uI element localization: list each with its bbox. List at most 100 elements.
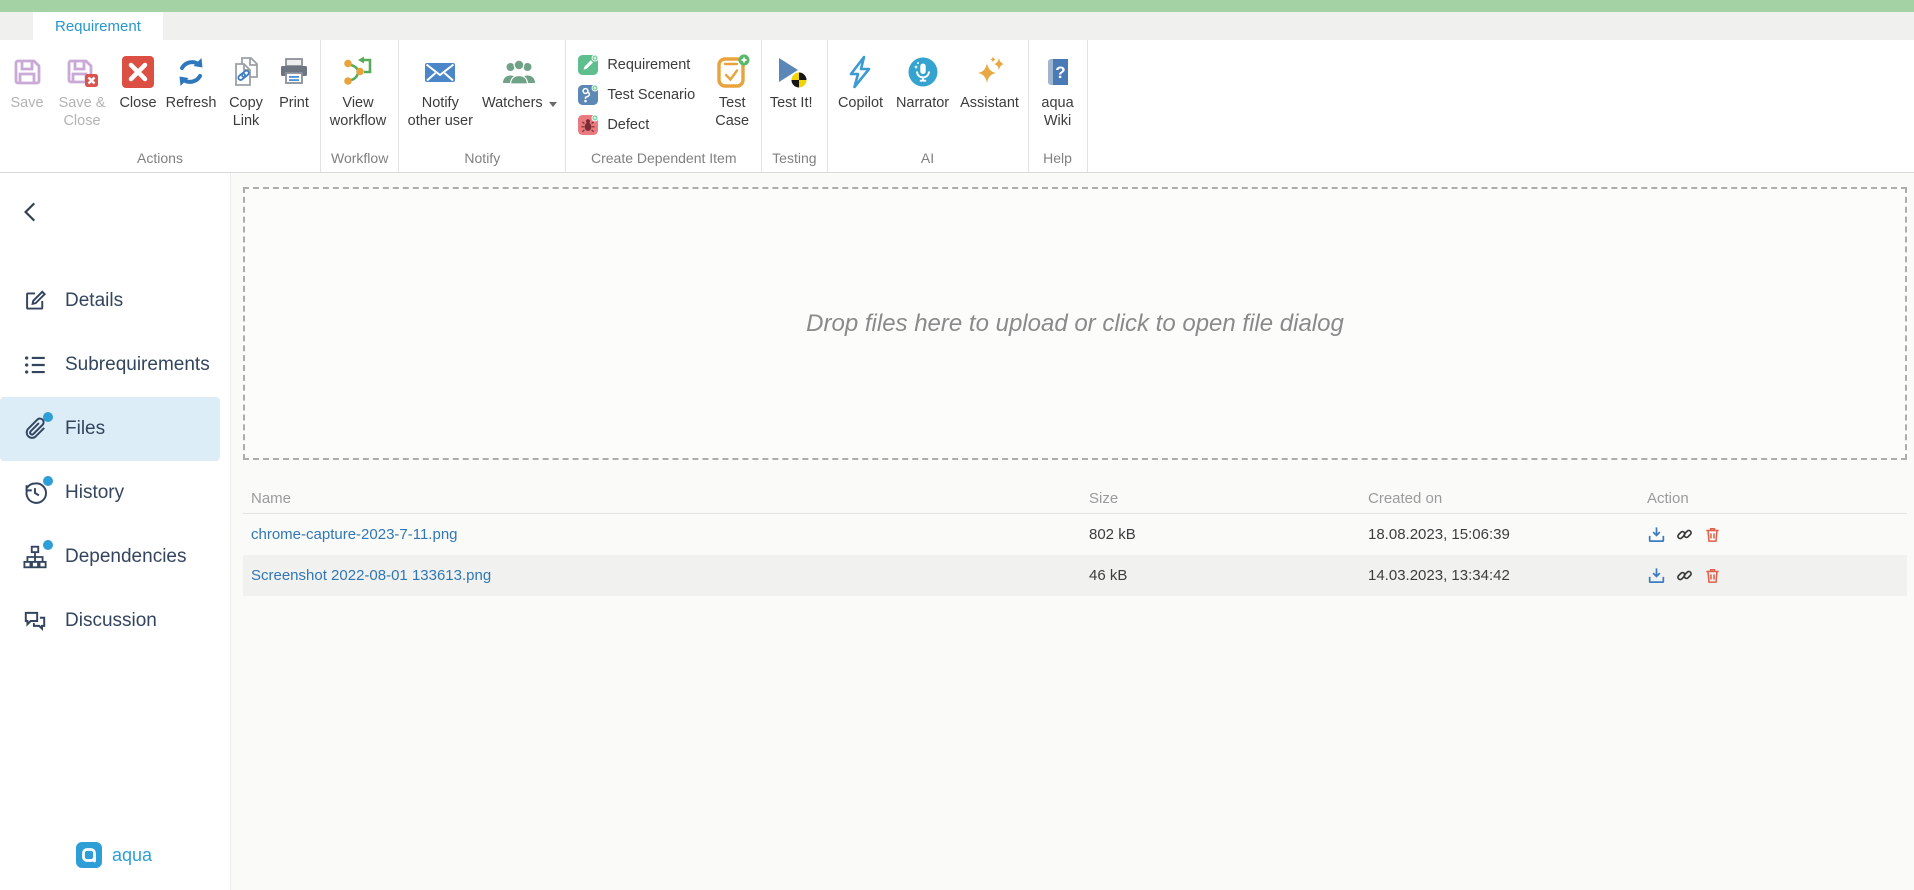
create-requirement-button[interactable]: Requirement — [578, 50, 701, 80]
column-header-name[interactable]: Name — [251, 490, 1089, 507]
requirement-icon — [578, 55, 598, 75]
table-row: Screenshot 2022-08-01 133613.png 46 kB 1… — [243, 555, 1907, 596]
paperclip-icon — [22, 416, 48, 442]
ribbon-group-help: ? aqua Wiki Help — [1029, 40, 1088, 172]
refresh-button[interactable]: Refresh — [162, 40, 220, 113]
assistant-button[interactable]: Assistant — [956, 40, 1024, 113]
group-label-testing: Testing — [766, 150, 822, 172]
list-icon — [22, 352, 48, 378]
copy-link-ribbon-icon — [228, 54, 264, 90]
group-label-help: Help — [1033, 150, 1083, 172]
delete-icon[interactable] — [1703, 525, 1722, 544]
ribbon: Save Save & Close — [0, 40, 1914, 173]
print-icon — [276, 54, 312, 90]
notification-dot — [43, 412, 53, 422]
group-label-workflow: Workflow — [325, 150, 394, 172]
group-label-notify: Notify — [403, 150, 561, 172]
tab-requirement[interactable]: Requirement — [33, 12, 163, 40]
chevron-left-icon — [18, 199, 44, 225]
ribbon-group-create-dependent-item: Requirement Test Scenario — [566, 40, 762, 172]
ribbon-group-actions: Save Save & Close — [0, 40, 321, 172]
chevron-down-icon — [549, 102, 557, 107]
assistant-icon — [972, 54, 1008, 90]
copy-link-icon[interactable] — [1675, 525, 1694, 544]
column-header-created-on[interactable]: Created on — [1368, 490, 1647, 507]
column-header-size[interactable]: Size — [1089, 490, 1368, 507]
files-table-header: Name Size Created on Action — [243, 484, 1907, 514]
view-workflow-button[interactable]: View workflow — [325, 40, 391, 130]
sidebar-item-history[interactable]: History — [0, 461, 220, 525]
copilot-button[interactable]: Copilot — [832, 40, 890, 113]
delete-icon[interactable] — [1703, 566, 1722, 585]
narrator-icon — [905, 54, 941, 90]
aqua-wiki-button[interactable]: ? aqua Wiki — [1033, 40, 1083, 130]
test-it-icon — [773, 54, 809, 90]
dependencies-icon — [22, 544, 48, 570]
sidebar-item-subrequirements[interactable]: Subrequirements — [0, 333, 220, 397]
dropzone-text: Drop files here to upload or click to op… — [806, 310, 1344, 338]
file-size: 46 kB — [1089, 567, 1368, 584]
edit-icon — [22, 288, 48, 314]
main-panel: Drop files here to upload or click to op… — [231, 173, 1914, 890]
save-icon — [9, 54, 45, 90]
download-icon[interactable] — [1647, 566, 1666, 585]
test-it-button[interactable]: Test It! — [766, 40, 816, 113]
notification-dot — [43, 540, 53, 550]
download-icon[interactable] — [1647, 525, 1666, 544]
table-row: chrome-capture-2023-7-11.png 802 kB 18.0… — [243, 514, 1907, 555]
file-dropzone[interactable]: Drop files here to upload or click to op… — [243, 187, 1907, 460]
notify-other-user-button[interactable]: Notify other user — [403, 40, 477, 130]
copilot-icon — [843, 54, 879, 90]
sidebar: Details Subrequirements — [0, 173, 231, 890]
svg-text:?: ? — [1055, 63, 1065, 82]
envelope-icon — [422, 54, 458, 90]
sidebar-item-details[interactable]: Details — [0, 269, 220, 333]
file-created-on: 14.03.2023, 13:34:42 — [1368, 567, 1647, 584]
copy-link-icon[interactable] — [1675, 566, 1694, 585]
content-area: Details Subrequirements — [0, 173, 1914, 890]
narrator-button[interactable]: Narrator — [890, 40, 956, 113]
watchers-icon — [501, 54, 537, 90]
ribbon-group-notify: Notify other user Wa — [399, 40, 566, 172]
ribbon-tab-bar: Requirement — [0, 12, 1914, 40]
file-name-link[interactable]: chrome-capture-2023-7-11.png — [251, 526, 1089, 543]
test-case-icon — [714, 54, 750, 90]
test-scenario-icon — [578, 85, 598, 105]
file-size: 802 kB — [1089, 526, 1368, 543]
files-table: Name Size Created on Action chrome-captu… — [243, 484, 1907, 596]
sidebar-item-dependencies[interactable]: Dependencies — [0, 525, 220, 589]
watchers-button[interactable]: Watchers — [477, 40, 561, 113]
sidebar-nav: Details Subrequirements — [0, 269, 230, 653]
brand-name: aqua — [112, 845, 152, 866]
column-header-action: Action — [1647, 490, 1907, 507]
wiki-book-icon: ? — [1040, 54, 1076, 90]
ribbon-group-workflow: View workflow Workflow — [321, 40, 399, 172]
close-button[interactable]: Close — [114, 40, 162, 113]
ribbon-group-ai: Copilot Narrator — [828, 40, 1029, 172]
aqua-brand[interactable]: aqua — [76, 842, 152, 868]
row-actions — [1647, 566, 1907, 585]
refresh-icon — [173, 54, 209, 90]
save-button[interactable]: Save — [4, 40, 50, 113]
sidebar-item-files[interactable]: Files — [0, 397, 220, 461]
notification-dot — [43, 476, 53, 486]
file-name-link[interactable]: Screenshot 2022-08-01 133613.png — [251, 567, 1089, 584]
group-label-actions: Actions — [4, 150, 316, 172]
close-icon — [120, 54, 156, 90]
copy-link-button[interactable]: Copy Link — [220, 40, 272, 130]
workflow-icon — [340, 54, 376, 90]
sidebar-item-discussion[interactable]: Discussion — [0, 589, 220, 653]
row-actions — [1647, 525, 1907, 544]
collapse-sidebar-button[interactable] — [18, 199, 44, 225]
test-case-button[interactable]: Test Case — [707, 40, 757, 130]
print-button[interactable]: Print — [272, 40, 316, 113]
group-label-ai: AI — [832, 150, 1024, 172]
create-test-scenario-button[interactable]: Test Scenario — [578, 80, 701, 110]
create-defect-button[interactable]: Defect — [578, 110, 701, 140]
save-and-close-button[interactable]: Save & Close — [50, 40, 114, 130]
discussion-icon — [22, 608, 48, 634]
file-created-on: 18.08.2023, 15:06:39 — [1368, 526, 1647, 543]
defect-icon — [578, 115, 598, 135]
history-icon — [22, 480, 48, 506]
top-accent-strip — [0, 0, 1914, 12]
